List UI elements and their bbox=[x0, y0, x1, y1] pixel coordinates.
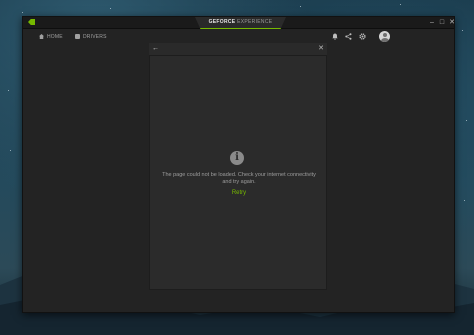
star bbox=[8, 90, 9, 91]
back-arrow-icon[interactable]: ← bbox=[152, 44, 159, 54]
retry-button[interactable]: Retry bbox=[150, 190, 328, 196]
drivers-icon bbox=[75, 34, 80, 39]
star bbox=[10, 150, 11, 151]
nav-home[interactable]: HOME bbox=[39, 34, 63, 40]
star bbox=[462, 30, 463, 31]
star bbox=[22, 12, 23, 13]
title-suffix: EXPERIENCE bbox=[237, 19, 273, 25]
info-icon: i bbox=[230, 151, 244, 165]
star bbox=[300, 6, 301, 7]
home-icon bbox=[39, 34, 44, 39]
nav-drivers[interactable]: DRIVERS bbox=[75, 34, 107, 40]
error-message: The page could not be loaded. Check your… bbox=[162, 172, 316, 185]
star bbox=[400, 4, 401, 5]
nav-drivers-label: DRIVERS bbox=[83, 34, 107, 40]
modal-header: ← ✕ bbox=[149, 43, 327, 55]
title-bar[interactable]: GEFORCE EXPERIENCE – □ ✕ bbox=[23, 17, 457, 29]
maximize-button[interactable]: □ bbox=[437, 17, 447, 28]
star bbox=[466, 120, 467, 121]
title-brand: GEFORCE bbox=[208, 19, 236, 25]
close-icon[interactable]: ✕ bbox=[318, 44, 324, 54]
avatar-body bbox=[380, 38, 389, 42]
close-window-button[interactable]: ✕ bbox=[447, 17, 457, 28]
star bbox=[110, 8, 111, 9]
notification-icon[interactable] bbox=[331, 33, 338, 40]
settings-icon[interactable] bbox=[359, 33, 366, 40]
nvidia-logo-icon bbox=[28, 19, 35, 25]
geforce-experience-window: GEFORCE EXPERIENCE – □ ✕ HOME DRIVERS ← bbox=[22, 16, 455, 313]
avatar-icon[interactable] bbox=[379, 31, 390, 42]
share-icon[interactable] bbox=[345, 33, 352, 40]
window-title: GEFORCE EXPERIENCE bbox=[195, 19, 286, 25]
title-tab: GEFORCE EXPERIENCE bbox=[195, 17, 286, 29]
nav-home-label: HOME bbox=[47, 34, 63, 40]
star bbox=[464, 200, 465, 201]
content-panel: i The page could not be loaded. Check yo… bbox=[149, 55, 327, 290]
minimize-button[interactable]: – bbox=[427, 17, 437, 28]
avatar-head bbox=[382, 33, 387, 37]
